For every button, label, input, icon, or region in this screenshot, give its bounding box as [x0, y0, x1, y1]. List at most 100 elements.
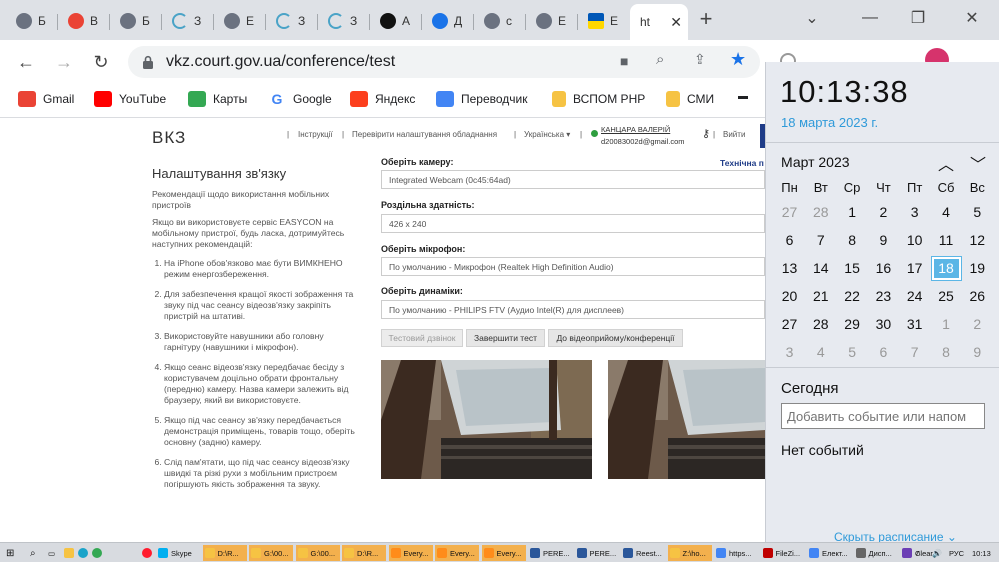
calendar-day[interactable]: 20: [774, 284, 805, 309]
calendar-day[interactable]: 12: [962, 228, 993, 253]
new-tab-button[interactable]: +: [688, 5, 724, 33]
browser-tab[interactable]: Д: [422, 7, 474, 35]
taskbar-app[interactable]: Skype: [156, 545, 200, 561]
calendar-day[interactable]: 30: [868, 312, 899, 337]
calendar-day[interactable]: 1: [837, 200, 868, 225]
calendar-day[interactable]: 5: [962, 200, 993, 225]
calendar-day[interactable]: 7: [899, 340, 930, 365]
logout-link[interactable]: Вийти: [723, 130, 745, 139]
calendar-day[interactable]: 17: [899, 256, 930, 281]
calendar-day-today[interactable]: 18: [930, 256, 962, 281]
resolution-select[interactable]: 426 x 240: [381, 214, 765, 233]
taskbar-app[interactable]: G:\00...: [249, 545, 293, 561]
explorer-icon[interactable]: [62, 545, 76, 561]
browser-tab[interactable]: A: [370, 7, 422, 35]
taskbar-app[interactable]: Every...: [481, 545, 526, 561]
task-view-icon[interactable]: ▭: [46, 545, 57, 561]
input-language[interactable]: РУС: [947, 545, 966, 561]
bookmark-item[interactable]: G Google: [268, 91, 332, 107]
taskbar-app[interactable]: Every...: [388, 545, 433, 561]
site-logo[interactable]: ВКЗ: [152, 128, 186, 148]
browser-tab[interactable]: Б: [6, 7, 58, 35]
calendar-day[interactable]: 29: [837, 312, 868, 337]
back-button[interactable]: ←: [12, 48, 40, 76]
calendar-day[interactable]: 27: [774, 312, 805, 337]
test-call-button[interactable]: Тестовий дзвінок: [381, 329, 463, 347]
calendar-day[interactable]: 28: [805, 200, 836, 225]
browser-tab[interactable]: З: [318, 7, 370, 35]
calendar-day[interactable]: 16: [868, 256, 899, 281]
language-select[interactable]: Українська ▾: [524, 130, 570, 139]
taskbar-app[interactable]: Z:\ho...: [667, 545, 712, 561]
forward-button[interactable]: →: [50, 48, 78, 76]
calendar-day[interactable]: 23: [868, 284, 899, 309]
calendar-day[interactable]: 13: [774, 256, 805, 281]
share-icon[interactable]: ⇪: [694, 51, 706, 68]
next-month-chevron-down-icon[interactable]: ﹀: [970, 151, 986, 175]
calendar-day[interactable]: 2: [962, 312, 993, 337]
calendar-day[interactable]: 19: [962, 256, 993, 281]
calendar-month[interactable]: Март 2023: [781, 154, 850, 170]
calendar-day[interactable]: 11: [931, 228, 962, 253]
prev-month-chevron-up-icon[interactable]: ︿: [938, 151, 954, 175]
calendar-day[interactable]: 5: [837, 340, 868, 365]
add-event-input[interactable]: [781, 403, 985, 429]
bookmark-item[interactable]: СМИ: [666, 91, 714, 107]
omnibox[interactable]: vkz.court.gov.ua/conference/test ■ ⌕ ⇪ ★: [128, 46, 760, 78]
user-name[interactable]: КАНЦАРА ВАЛЕРІЙ: [601, 125, 670, 134]
nav-check-settings-link[interactable]: Перевірити налаштування обладнання: [352, 130, 497, 139]
bookmark-item[interactable]: Gmail: [18, 91, 74, 107]
browser-tab[interactable]: Е: [578, 7, 630, 35]
calendar-day[interactable]: 10: [899, 228, 930, 253]
chrome-icon[interactable]: [90, 545, 104, 561]
taskbar-app[interactable]: Reest...: [621, 545, 665, 561]
maximize-button[interactable]: ❐: [898, 4, 938, 32]
browser-tab[interactable]: В: [58, 7, 110, 35]
close-window-button[interactable]: ✕: [952, 4, 992, 32]
nav-instructions-link[interactable]: Інструкції: [298, 130, 333, 139]
zoom-icon[interactable]: ⌕: [656, 51, 664, 68]
opera-icon[interactable]: [140, 545, 154, 561]
volume-icon[interactable]: 🔊: [930, 545, 944, 561]
search-icon[interactable]: ⌕: [28, 545, 38, 561]
tray-chevron-icon[interactable]: ˄: [914, 545, 923, 561]
bookmark-item[interactable]: YouTube: [94, 91, 166, 107]
speakers-select[interactable]: По умолчанию - PHILIPS FTV (Аудио Intel(…: [381, 300, 765, 319]
bookmark-item[interactable]: Яндекс: [350, 91, 415, 107]
calendar-day[interactable]: 3: [899, 200, 930, 225]
taskbar-app[interactable]: PERE...: [575, 545, 619, 561]
taskbar-app[interactable]: D:\R...: [202, 545, 247, 561]
calendar-day[interactable]: 14: [805, 256, 836, 281]
browser-tab[interactable]: Е: [526, 7, 578, 35]
go-to-conference-button[interactable]: До відеоприйому/конференції: [548, 329, 683, 347]
bookmark-star-icon[interactable]: ★: [730, 49, 746, 70]
edge-icon[interactable]: [76, 545, 90, 561]
taskbar-app[interactable]: G:\00...: [295, 545, 340, 561]
taskbar-clock[interactable]: 10:13: [970, 545, 993, 561]
calendar-day[interactable]: 31: [899, 312, 930, 337]
camera-select[interactable]: Integrated Webcam (0c45:64ad): [381, 170, 765, 189]
key-icon[interactable]: ⚷: [702, 127, 710, 140]
calendar-day[interactable]: 7: [805, 228, 836, 253]
calendar-day[interactable]: 22: [837, 284, 868, 309]
calendar-day[interactable]: 26: [962, 284, 993, 309]
calendar-day[interactable]: 4: [931, 200, 962, 225]
calendar-day[interactable]: 25: [931, 284, 962, 309]
calendar-day[interactable]: 6: [868, 340, 899, 365]
taskbar-app[interactable]: https...: [714, 545, 758, 561]
bookmark-item[interactable]: Карты: [188, 91, 247, 107]
browser-tab[interactable]: с: [474, 7, 526, 35]
microphone-select[interactable]: По умолчанию - Микрофон (Realtek High De…: [381, 257, 765, 276]
tech-support-link[interactable]: Технічна п: [720, 158, 764, 168]
taskbar-app[interactable]: PERE...: [528, 545, 572, 561]
calendar-day[interactable]: 27: [774, 200, 805, 225]
taskbar-app[interactable]: Дисп...: [854, 545, 898, 561]
calendar-day[interactable]: 8: [931, 340, 962, 365]
taskbar-app[interactable]: Every...: [435, 545, 479, 561]
calendar-day[interactable]: 4: [805, 340, 836, 365]
more-bookmarks-icon[interactable]: ▬: [738, 91, 748, 102]
browser-tab[interactable]: ht ✕: [630, 4, 688, 40]
calendar-day[interactable]: 9: [868, 228, 899, 253]
calendar-day[interactable]: 28: [805, 312, 836, 337]
finish-test-button[interactable]: Завершити тест: [466, 329, 545, 347]
